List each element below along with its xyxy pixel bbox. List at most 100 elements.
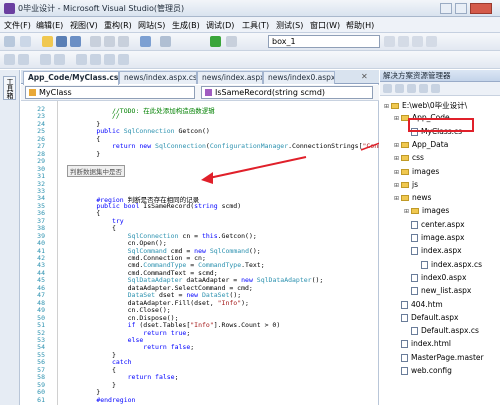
menu-item[interactable]: 窗口(W) <box>310 20 340 31</box>
tree-folder[interactable]: ⊞ news <box>394 193 431 202</box>
tree-file[interactable]: center.aspx <box>404 220 465 229</box>
new-project-icon[interactable] <box>4 36 15 47</box>
save-icon[interactable] <box>56 36 67 47</box>
expander-icon[interactable]: ⊞ <box>394 155 400 162</box>
tree-folder[interactable]: ⊞ App_Data <box>394 140 448 149</box>
tree-folder[interactable]: ⊞ images <box>404 206 449 215</box>
tree-label: Default.aspx <box>411 312 459 322</box>
add-item-icon[interactable] <box>20 36 31 47</box>
start-debug-icon[interactable] <box>210 36 221 47</box>
tree-label: js <box>412 179 418 189</box>
menu-item[interactable]: 视图(V) <box>70 20 98 31</box>
annotation-arrowhead <box>201 172 213 184</box>
tree-root[interactable]: ⊞ E:\web\0毕业设计\ <box>384 100 467 111</box>
tree-file[interactable]: 404.htm <box>394 300 443 309</box>
find-combo[interactable]: box_1 <box>268 35 380 48</box>
prev-bookmark-icon[interactable] <box>90 54 101 65</box>
folder-icon <box>391 103 399 109</box>
file-icon <box>401 367 408 375</box>
expander-icon[interactable]: ⊞ <box>394 142 400 149</box>
folder-icon <box>401 181 409 188</box>
tree-file[interactable]: web.config <box>394 366 452 375</box>
properties-icon[interactable] <box>383 84 392 93</box>
expander-icon[interactable]: ⊞ <box>404 208 410 215</box>
indent-icon[interactable] <box>18 54 29 65</box>
tree-label: images <box>412 166 440 176</box>
solution-tree: ⊞ E:\web\0毕业设计\ ⊞ App_Code MyClass.cs ⊞ App_Da… <box>380 96 500 405</box>
save-all-icon[interactable] <box>70 36 81 47</box>
menu-item[interactable]: 网站(S) <box>138 20 165 31</box>
expander-icon[interactable]: ⊞ <box>394 195 400 202</box>
file-icon <box>401 300 408 309</box>
tree-label: index.aspx.cs <box>431 259 483 269</box>
title-bar: 0毕业设计 - Microsoft Visual Studio(管理员) <box>0 0 500 17</box>
tree-folder[interactable]: ⊞ images <box>394 167 439 176</box>
undo-icon[interactable] <box>140 36 151 47</box>
solution-explorer-title: 解决方案资源管理器 <box>380 70 500 82</box>
tree-file[interactable]: MasterPage.master <box>394 353 484 362</box>
nest-icon[interactable] <box>407 84 416 93</box>
expander-icon[interactable]: ⊞ <box>394 182 400 189</box>
tree-file[interactable]: index.html <box>394 339 451 349</box>
tree-label: Default.aspx.cs <box>421 326 479 336</box>
menu-item[interactable]: 调试(D) <box>206 20 234 31</box>
tree-file[interactable]: index0.aspx <box>404 273 466 282</box>
solution-explorer: 解决方案资源管理器 ⊞ E:\web\0毕业设计\ ⊞ App_Code MyClass… <box>380 70 500 405</box>
copy-icon[interactable] <box>104 36 115 47</box>
menu-item[interactable]: 工具(T) <box>242 20 269 31</box>
menu-item[interactable]: 文件(F) <box>4 20 31 31</box>
expander-icon[interactable]: ⊞ <box>394 169 400 176</box>
expander-icon[interactable]: ⊞ <box>384 103 390 110</box>
open-folder-icon[interactable] <box>42 36 53 47</box>
expander-icon[interactable]: ⊞ <box>394 115 400 122</box>
tree-folder[interactable]: ⊞ css <box>394 153 424 162</box>
tree-label: image.aspx <box>421 233 465 242</box>
uncomment-icon[interactable] <box>54 54 65 65</box>
solution-config-icon[interactable] <box>226 36 237 47</box>
close-button[interactable] <box>470 3 492 14</box>
cut-icon[interactable] <box>90 36 101 47</box>
comment-icon[interactable] <box>40 54 51 65</box>
tree-file[interactable]: index.aspx.cs <box>414 260 482 269</box>
file-icon <box>401 340 408 349</box>
format-icon[interactable] <box>4 54 15 65</box>
tree-label: web.config <box>411 366 452 375</box>
menu-bar: 文件(F) 编辑(E) 视图(V) 重构(R) 网站(S) 生成(B) 调试(D) 工具(T)… <box>0 17 500 33</box>
menu-item[interactable]: 重构(R) <box>104 20 132 31</box>
folder-icon <box>401 195 409 202</box>
object-browser-icon[interactable] <box>412 36 423 47</box>
tree-folder[interactable]: ⊞ js <box>394 180 418 189</box>
find-icon[interactable] <box>384 36 395 47</box>
file-icon <box>401 353 408 362</box>
tree-file[interactable]: index.aspx <box>404 246 462 256</box>
tree-file[interactable]: Default.aspx <box>394 313 459 322</box>
tree-file[interactable]: new_list.aspx <box>404 286 471 296</box>
view-code-icon[interactable] <box>419 84 428 93</box>
menu-item[interactable]: 帮助(H) <box>346 20 374 31</box>
toolbox-tab[interactable]: 工具箱 <box>3 76 16 100</box>
paste-icon[interactable] <box>118 36 129 47</box>
menu-item[interactable]: 编辑(E) <box>36 20 63 31</box>
tree-label: App_Data <box>412 139 449 149</box>
minimize-button[interactable] <box>440 3 452 14</box>
menu-item[interactable]: 生成(B) <box>172 20 200 31</box>
highlight-box <box>408 118 474 132</box>
folder-icon <box>401 168 409 175</box>
maximize-button[interactable] <box>455 3 467 14</box>
tree-label: index0.aspx <box>421 272 467 282</box>
tree-file[interactable]: Default.aspx.cs <box>404 326 479 336</box>
bookmark-icon[interactable] <box>76 54 87 65</box>
menu-item[interactable]: 测试(S) <box>276 20 303 31</box>
next-bookmark-icon[interactable] <box>104 54 115 65</box>
clear-bookmarks-icon[interactable] <box>118 54 129 65</box>
file-icon <box>411 273 418 282</box>
toolbox-icon[interactable] <box>426 36 437 47</box>
annotation-arrow-line <box>208 156 307 179</box>
redo-icon[interactable] <box>160 36 171 47</box>
tree-file[interactable]: image.aspx <box>404 233 464 242</box>
view-designer-icon[interactable] <box>431 84 440 93</box>
tree-label: css <box>412 153 424 163</box>
refresh-icon[interactable] <box>395 84 404 93</box>
tree-label: 404.htm <box>411 299 443 309</box>
properties-icon[interactable] <box>398 36 409 47</box>
